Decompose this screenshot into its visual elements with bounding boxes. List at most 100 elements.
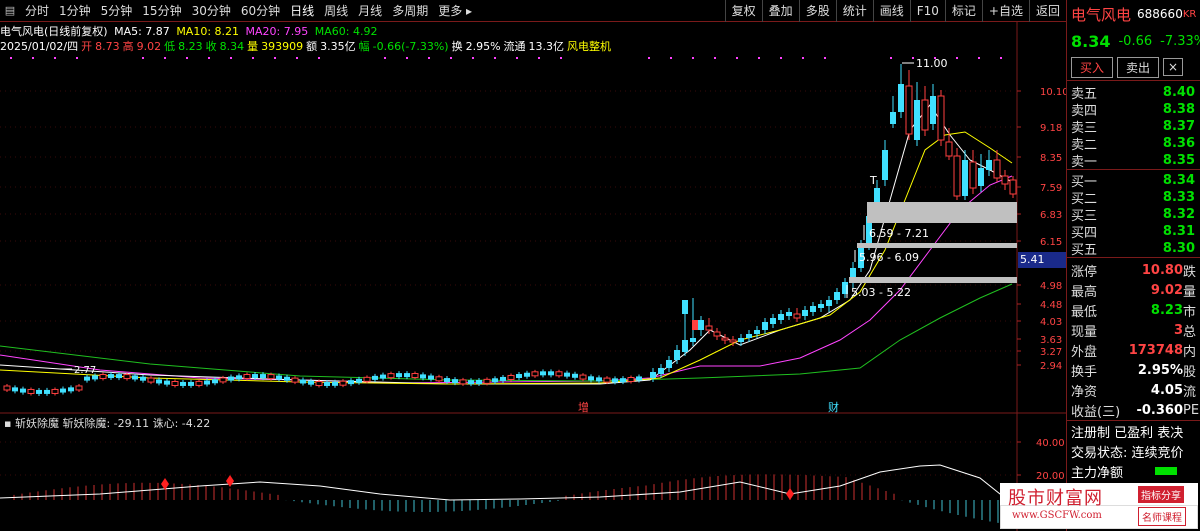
candle-body <box>219 377 227 383</box>
candle-body <box>300 379 306 384</box>
bid-row[interactable]: 买二 8.33 <box>1067 189 1200 207</box>
kr-badge: KR <box>1182 8 1197 20</box>
ask-price: 8.36 <box>1162 136 1195 151</box>
stat-label: 涨停 <box>1071 264 1098 280</box>
candle-body <box>658 368 664 374</box>
candle-body <box>420 374 426 379</box>
candle-body <box>164 380 170 385</box>
last-price: 8.34 <box>1071 31 1111 51</box>
bid-row[interactable]: 买四 8.31 <box>1067 223 1200 241</box>
price-change: -0.66 <box>1118 33 1153 49</box>
candle-body <box>291 377 299 383</box>
candle-body <box>1001 175 1009 185</box>
stat-value: 3 <box>1173 322 1183 338</box>
ask-row[interactable]: 卖一 8.35 <box>1067 152 1200 170</box>
candle-body <box>1009 179 1017 195</box>
reg-status: 注册制 已盈利 表决 <box>1071 425 1184 441</box>
stat-row: 现量 3 总 <box>1067 320 1200 340</box>
ask-row[interactable]: 卖四 8.38 <box>1067 101 1200 119</box>
candle-body <box>380 374 386 379</box>
candle-body <box>729 339 737 343</box>
price-row: 8.34 -0.66 -7.33% <box>1067 28 1200 54</box>
stock-title: 电气风电 688660 KR <box>1067 0 1200 28</box>
candle-body <box>905 85 913 135</box>
candle-body <box>898 84 904 112</box>
candle-body <box>228 376 234 381</box>
candle-body <box>596 377 602 382</box>
indicator-tick: 20.00 <box>1036 471 1065 482</box>
candle-body <box>937 95 945 141</box>
event-mark-cai: 财 <box>828 400 839 414</box>
candle-body <box>459 379 467 385</box>
candle-body <box>692 320 698 330</box>
candle-body <box>476 379 482 384</box>
ask-row[interactable]: 卖二 8.36 <box>1067 135 1200 153</box>
candle-body <box>882 150 888 180</box>
indicator-tick: 40.00 <box>1036 438 1065 449</box>
candle-body <box>116 374 122 379</box>
current-price-tag: 5.41 <box>1018 252 1066 268</box>
bid-price: 8.30 <box>1162 241 1195 256</box>
stat-tail: 股 <box>1183 364 1197 380</box>
bid-price: 8.34 <box>1162 173 1195 188</box>
price-tick: 7.59 <box>1040 183 1062 194</box>
candle-body <box>564 372 570 377</box>
candle-body <box>404 373 410 378</box>
ask-price: 8.40 <box>1162 85 1195 100</box>
stat-label: 收益(三) <box>1071 404 1121 420</box>
ask-row[interactable]: 卖三 8.37 <box>1067 118 1200 136</box>
price-change-pct: -7.33% <box>1160 33 1200 49</box>
watermark-url: www.GSCFW.com <box>1012 510 1102 521</box>
candle-body <box>452 379 458 384</box>
candle-body <box>236 375 242 380</box>
bid-price: 8.31 <box>1162 224 1195 239</box>
stock-name: 电气风电 <box>1071 5 1132 24</box>
candle-body <box>778 314 784 320</box>
bid-row[interactable]: 买五 8.30 <box>1067 240 1200 258</box>
price-tick: 10.10 <box>1040 87 1066 98</box>
candle-body <box>826 300 832 306</box>
candle-body <box>140 376 146 381</box>
ask-row[interactable]: 卖五 8.40 <box>1067 84 1200 102</box>
stat-value: 4.05 <box>1150 382 1183 398</box>
candle-body <box>156 379 162 384</box>
sell-button[interactable]: 卖出 <box>1117 56 1160 78</box>
bid-row[interactable]: 买三 8.32 <box>1067 206 1200 224</box>
ask-label: 卖一 <box>1071 155 1098 170</box>
price-tick: 8.35 <box>1040 153 1062 164</box>
candle-body <box>810 306 816 312</box>
trade-status: 交易状态: 连续竞价 <box>1071 445 1184 461</box>
stat-value: 2.95% <box>1137 362 1183 378</box>
price-tick: 4.03 <box>1040 317 1062 328</box>
candle-body <box>99 374 107 380</box>
candle-body <box>786 312 792 316</box>
candle-body <box>682 340 688 352</box>
candle-body <box>411 373 419 379</box>
candle-body <box>188 381 194 386</box>
kline-chart[interactable]: 10.10 9.18 8.35 7.59 6.83 6.15 4.98 4.48 4.03 3.6… <box>0 0 1066 531</box>
candle-body <box>483 378 491 384</box>
ask-price: 8.38 <box>1162 102 1195 117</box>
candle-body <box>762 322 768 330</box>
peak-price-label: 11.00 <box>916 57 948 70</box>
ask-price: 8.35 <box>1162 153 1195 168</box>
candle-body <box>690 338 696 342</box>
close-trade-button[interactable]: × <box>1163 58 1184 76</box>
buy-button[interactable]: 买入 <box>1071 56 1114 78</box>
candle-body <box>572 373 578 378</box>
bid-row[interactable]: 买一 8.34 <box>1067 172 1200 190</box>
candle-body <box>969 161 977 189</box>
stat-row: 换手 2.95% 股 <box>1067 360 1200 380</box>
candle-body <box>339 380 347 386</box>
stat-label: 现量 <box>1071 324 1098 340</box>
candle-body <box>284 376 290 381</box>
stat-row: 外盘 173748 内 <box>1067 340 1200 360</box>
candle-body <box>468 380 474 385</box>
stat-value: -0.360 <box>1136 402 1183 418</box>
candle-body <box>123 374 131 380</box>
candle-body <box>834 292 840 300</box>
candle-body <box>953 155 961 197</box>
indicator-title: ▪ 斩妖除魔 斩妖除魔: -29.11 诛心: -4.22 <box>4 416 210 430</box>
netflow-row: 主力净额 <box>1067 461 1200 481</box>
candle-body <box>500 376 506 381</box>
